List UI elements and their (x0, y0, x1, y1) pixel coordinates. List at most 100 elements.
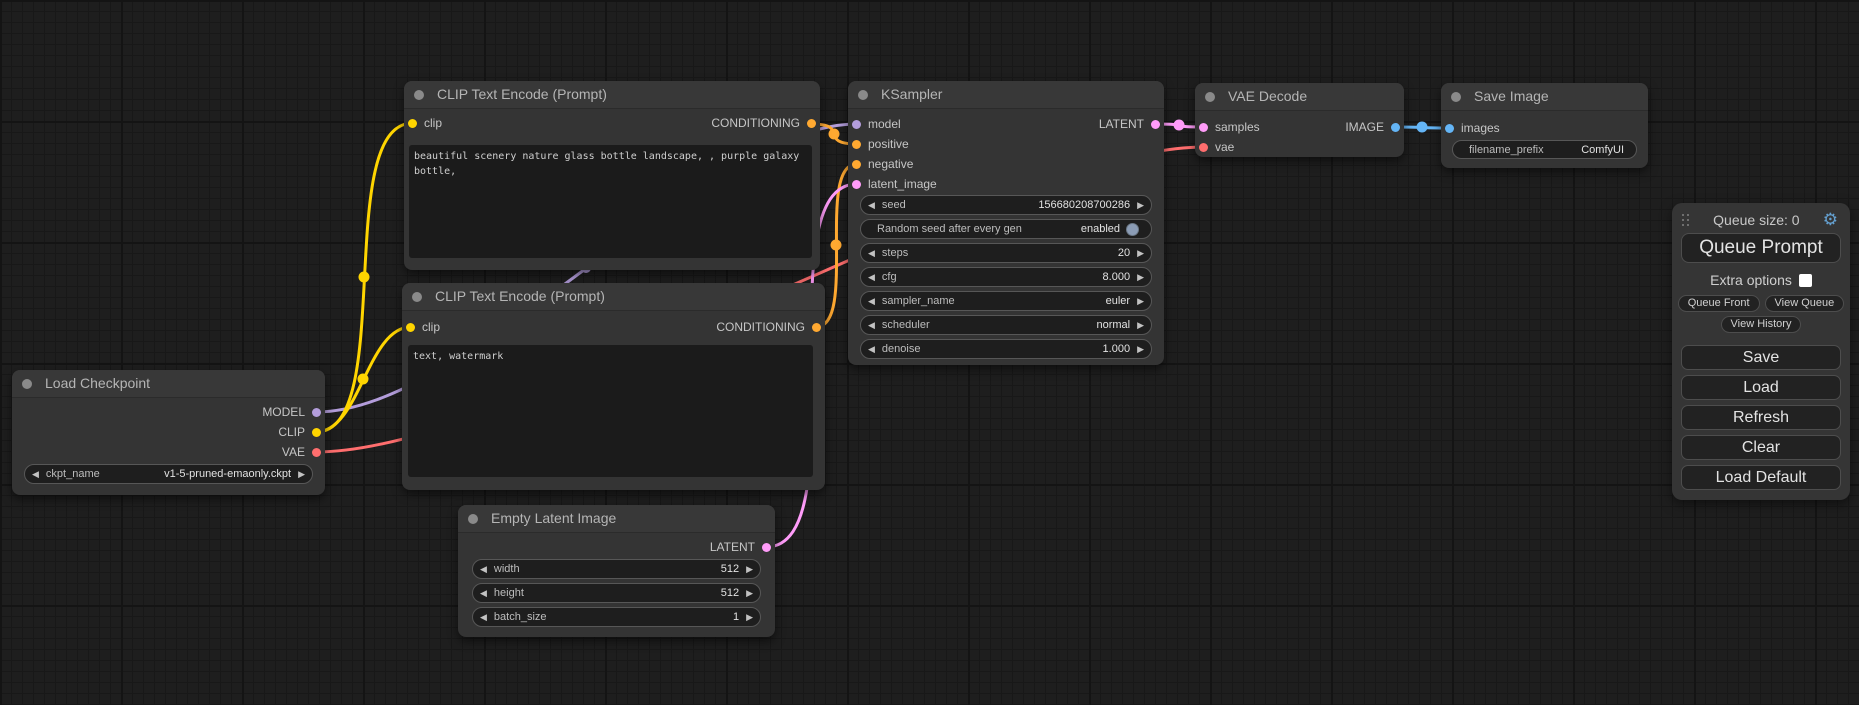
collapse-dot-icon[interactable] (414, 90, 424, 100)
widget-filename-prefix[interactable]: filename_prefix ComfyUI (1452, 140, 1637, 159)
drag-handle-icon[interactable] (1682, 214, 1690, 227)
slot-dot-clip[interactable] (312, 428, 321, 437)
slot-dot-image[interactable] (1445, 124, 1454, 133)
node-header[interactable]: KSampler (848, 81, 1164, 109)
queue-prompt-button[interactable]: Queue Prompt (1681, 233, 1841, 263)
slot-label: clip (422, 320, 440, 334)
increment-arrow-icon[interactable]: ▶ (739, 560, 760, 578)
node-ksampler[interactable]: KSampler model positive negative latent_… (848, 81, 1164, 365)
queue-panel: Queue size: 0 ⚙ Queue Prompt Extra optio… (1672, 203, 1850, 500)
increment-arrow-icon[interactable]: ▶ (739, 584, 760, 602)
increment-arrow-icon[interactable]: ▶ (1130, 340, 1151, 358)
slot-dot-latent[interactable] (852, 180, 861, 189)
node-clip-text-encode-positive[interactable]: CLIP Text Encode (Prompt) clip CONDITION… (404, 81, 820, 270)
input-slot-negative: negative (852, 154, 913, 174)
node-header[interactable]: Save Image (1441, 83, 1648, 111)
link-midpoint-dot[interactable] (359, 272, 370, 283)
link-midpoint-dot[interactable] (829, 129, 840, 140)
widget-height[interactable]: ◀ height 512 ▶ (472, 583, 761, 603)
collapse-dot-icon[interactable] (1205, 92, 1215, 102)
slot-dot-conditioning[interactable] (812, 323, 821, 332)
slot-label: CLIP (278, 425, 305, 439)
increment-arrow-icon[interactable]: ▶ (1130, 268, 1151, 286)
save-button[interactable]: Save (1681, 345, 1841, 370)
decrement-arrow-icon[interactable]: ◀ (861, 340, 882, 358)
slot-dot-vae[interactable] (1199, 143, 1208, 152)
output-slot-latent: LATENT (1099, 114, 1160, 134)
decrement-arrow-icon[interactable]: ◀ (473, 608, 494, 626)
decrement-arrow-icon[interactable]: ◀ (861, 244, 882, 262)
decrement-arrow-icon[interactable]: ◀ (861, 196, 882, 214)
widget-sampler-name[interactable]: ◀ sampler_name euler ▶ (860, 291, 1152, 311)
prompt-textarea[interactable]: text, watermark (408, 345, 813, 477)
increment-arrow-icon[interactable]: ▶ (1130, 292, 1151, 310)
widget-width[interactable]: ◀ width 512 ▶ (472, 559, 761, 579)
node-header[interactable]: VAE Decode (1195, 83, 1404, 111)
decrement-arrow-icon[interactable]: ◀ (473, 584, 494, 602)
gear-icon[interactable]: ⚙ (1823, 213, 1838, 227)
decrement-arrow-icon[interactable]: ◀ (861, 268, 882, 286)
load-default-button[interactable]: Load Default (1681, 465, 1841, 490)
slot-dot-latent[interactable] (1151, 120, 1160, 129)
increment-arrow-icon[interactable]: ▶ (1130, 244, 1151, 262)
slot-dot-latent[interactable] (1199, 123, 1208, 132)
decrement-arrow-icon[interactable]: ◀ (861, 316, 882, 334)
collapse-dot-icon[interactable] (468, 514, 478, 524)
node-vae-decode[interactable]: VAE Decode samples vae IMAGE (1195, 83, 1404, 157)
slot-dot-conditioning[interactable] (807, 119, 816, 128)
input-slot-positive: positive (852, 134, 909, 154)
link-midpoint-dot[interactable] (1174, 120, 1185, 131)
node-save-image[interactable]: Save Image images filename_prefix ComfyU… (1441, 83, 1648, 168)
link-midpoint-dot[interactable] (831, 240, 842, 251)
refresh-button[interactable]: Refresh (1681, 405, 1841, 430)
node-header[interactable]: Load Checkpoint (12, 370, 325, 398)
toggle-dot-icon[interactable] (1126, 223, 1139, 236)
collapse-dot-icon[interactable] (22, 379, 32, 389)
prompt-textarea[interactable]: beautiful scenery nature glass bottle la… (409, 145, 812, 258)
slot-dot-clip[interactable] (406, 323, 415, 332)
clear-button[interactable]: Clear (1681, 435, 1841, 460)
load-button[interactable]: Load (1681, 375, 1841, 400)
widget-cfg[interactable]: ◀ cfg 8.000 ▶ (860, 267, 1152, 287)
collapse-dot-icon[interactable] (1451, 92, 1461, 102)
link-midpoint-dot[interactable] (358, 374, 369, 385)
view-history-button[interactable]: View History (1721, 316, 1802, 333)
widget-steps[interactable]: ◀ steps 20 ▶ (860, 243, 1152, 263)
queue-front-button[interactable]: Queue Front (1678, 295, 1760, 312)
node-clip-text-encode-negative[interactable]: CLIP Text Encode (Prompt) clip CONDITION… (402, 283, 825, 490)
decrement-arrow-icon[interactable]: ◀ (25, 465, 46, 483)
slot-dot-model[interactable] (312, 408, 321, 417)
comfyui-canvas[interactable]: { "colors": { "model": "#B39DDB", "clip"… (0, 0, 1859, 705)
slot-dot-vae[interactable] (312, 448, 321, 457)
widget-ckpt-name[interactable]: ◀ ckpt_name v1-5-pruned-emaonly.ckpt ▶ (24, 464, 313, 484)
node-header[interactable]: CLIP Text Encode (Prompt) (402, 283, 825, 311)
node-title: KSampler (848, 81, 1164, 108)
collapse-dot-icon[interactable] (412, 292, 422, 302)
node-empty-latent-image[interactable]: Empty Latent Image LATENT ◀ width 512 ▶ … (458, 505, 775, 637)
slot-dot-conditioning[interactable] (852, 160, 861, 169)
collapse-dot-icon[interactable] (858, 90, 868, 100)
widget-seed[interactable]: ◀ seed 156680208700286 ▶ (860, 195, 1152, 215)
widget-value: normal (1096, 319, 1130, 331)
view-queue-button[interactable]: View Queue (1765, 295, 1845, 312)
node-header[interactable]: Empty Latent Image (458, 505, 775, 533)
decrement-arrow-icon[interactable]: ◀ (861, 292, 882, 310)
node-header[interactable]: CLIP Text Encode (Prompt) (404, 81, 820, 109)
slot-dot-conditioning[interactable] (852, 140, 861, 149)
slot-dot-latent[interactable] (762, 543, 771, 552)
widget-denoise[interactable]: ◀ denoise 1.000 ▶ (860, 339, 1152, 359)
widget-batch-size[interactable]: ◀ batch_size 1 ▶ (472, 607, 761, 627)
increment-arrow-icon[interactable]: ▶ (1130, 316, 1151, 334)
slot-dot-clip[interactable] (408, 119, 417, 128)
node-load-checkpoint[interactable]: Load Checkpoint MODEL CLIP VAE ◀ ckpt_na… (12, 370, 325, 495)
slot-dot-image[interactable] (1391, 123, 1400, 132)
increment-arrow-icon[interactable]: ▶ (739, 608, 760, 626)
increment-arrow-icon[interactable]: ▶ (1130, 196, 1151, 214)
slot-dot-model[interactable] (852, 120, 861, 129)
link-midpoint-dot[interactable] (1417, 122, 1428, 133)
increment-arrow-icon[interactable]: ▶ (291, 465, 312, 483)
decrement-arrow-icon[interactable]: ◀ (473, 560, 494, 578)
extra-options-checkbox[interactable] (1799, 274, 1812, 287)
widget-random-seed-toggle[interactable]: Random seed after every gen enabled (860, 219, 1152, 239)
widget-scheduler[interactable]: ◀ scheduler normal ▶ (860, 315, 1152, 335)
